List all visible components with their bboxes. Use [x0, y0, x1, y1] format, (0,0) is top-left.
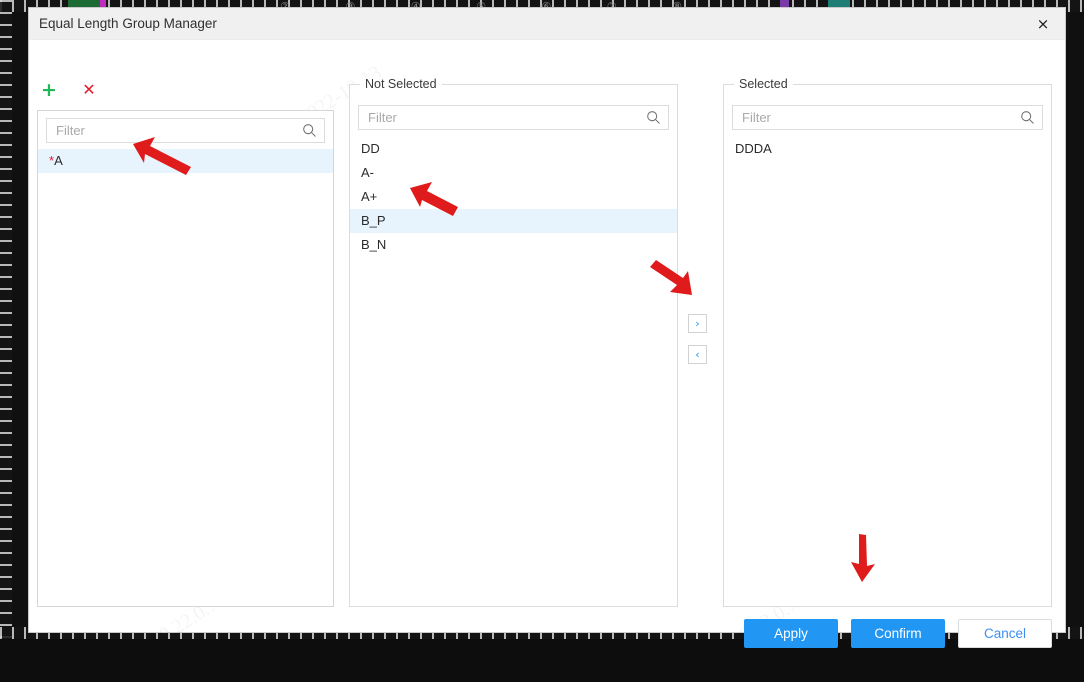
cross-icon[interactable]: ✕ — [77, 78, 101, 102]
left-ruler-strip — [0, 0, 12, 639]
cancel-button[interactable]: Cancel — [958, 619, 1052, 648]
dialog-body: 17641 10.22.0.7 2022-10-13 17641 10.22.0… — [29, 40, 1065, 681]
list-item[interactable]: DD — [350, 137, 677, 161]
group-list-panel: *A — [37, 110, 334, 607]
dialog-footer: Apply Confirm Cancel — [744, 619, 1052, 648]
move-left-button[interactable]: ‹ — [688, 345, 707, 364]
search-icon — [303, 124, 316, 137]
list-item[interactable]: DDDA — [724, 137, 1051, 161]
plus-icon[interactable]: + — [37, 78, 61, 102]
selected-filter-input[interactable] — [742, 106, 1012, 129]
not-selected-legend: Not Selected — [360, 77, 442, 91]
selected-items: DDDA — [724, 137, 1051, 606]
equal-length-group-manager-dialog: Equal Length Group Manager × 17641 10.22… — [29, 8, 1065, 681]
apply-button[interactable]: Apply — [744, 619, 838, 648]
list-item[interactable]: B_P — [350, 209, 677, 233]
dialog-titlebar: Equal Length Group Manager × — [29, 8, 1065, 40]
list-item-label: A — [54, 153, 63, 168]
group-list-items: *A — [38, 149, 333, 173]
dialog-title: Equal Length Group Manager — [39, 16, 217, 31]
selected-filter-row[interactable] — [732, 105, 1043, 130]
selected-panel: Selected DDDA — [723, 77, 1052, 607]
group-filter-input[interactable] — [56, 119, 294, 142]
list-item[interactable]: *A — [38, 149, 333, 173]
not-selected-filter-row[interactable] — [358, 105, 669, 130]
list-item[interactable]: B_N — [350, 233, 677, 257]
list-item[interactable]: A+ — [350, 185, 677, 209]
confirm-button[interactable]: Confirm — [851, 619, 945, 648]
selected-legend: Selected — [734, 77, 793, 91]
not-selected-filter-input[interactable] — [368, 106, 638, 129]
list-item[interactable]: A- — [350, 161, 677, 185]
left-panel-toolbar: + ✕ — [37, 78, 101, 102]
not-selected-items: DD A- A+ B_P B_N — [350, 137, 677, 606]
search-icon — [647, 111, 660, 124]
close-icon[interactable]: × — [1021, 8, 1065, 39]
transfer-button-group: › ‹ — [688, 314, 707, 364]
search-icon — [1021, 111, 1034, 124]
group-filter-row[interactable] — [46, 118, 325, 143]
move-right-button[interactable]: › — [688, 314, 707, 333]
not-selected-panel: Not Selected DD A- A+ B_P B_N — [349, 77, 678, 607]
